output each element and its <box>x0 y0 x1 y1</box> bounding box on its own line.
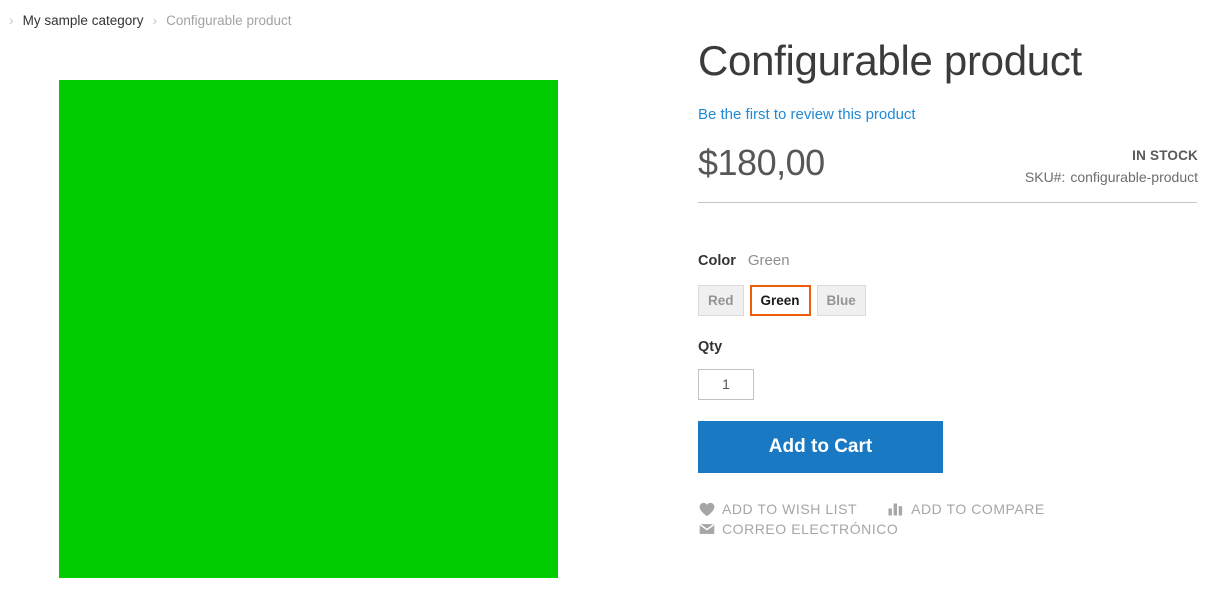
envelope-icon <box>698 521 715 538</box>
email-to-friend-link[interactable]: CORREO ELECTRÓNICO <box>698 519 898 539</box>
swatch-attribute-selected-option: Green <box>747 252 790 269</box>
product-gallery[interactable] <box>59 80 558 578</box>
breadcrumb-separator-icon: › <box>9 12 14 28</box>
add-to-cart-button[interactable]: Add to Cart <box>698 420 943 473</box>
status-badge: IN STOCK <box>1132 148 1198 164</box>
breadcrumb-item-current: Configurable product <box>166 12 292 28</box>
social-links-row-primary: ADD TO WISH LIST ADD TO COMPARE <box>698 499 1198 519</box>
sku-value: configurable-product <box>1070 169 1198 186</box>
product-main-image[interactable] <box>59 80 558 578</box>
qty-label: Qty <box>698 339 723 355</box>
product-social-links: ADD TO WISH LIST ADD TO COMPARE CORREO E… <box>698 499 1198 539</box>
add-to-wishlist-label: ADD TO WISH LIST <box>722 501 858 517</box>
box-to-cart: Qty Add to Cart <box>698 338 1198 473</box>
product-sku: SKU#: configurable-product <box>1025 166 1198 188</box>
product-price: $180,00 <box>698 142 825 184</box>
product-options-wrapper: Color Green Red Green Blue <box>698 252 1198 316</box>
add-review-link[interactable]: Be the first to review this product <box>698 106 916 124</box>
add-to-compare-label: ADD TO COMPARE <box>911 501 1045 517</box>
product-price-block: $180,00 IN STOCK SKU#: configurable-produ… <box>698 142 1198 204</box>
breadcrumb: › My sample category › Configurable prod… <box>0 10 291 30</box>
swatch-option-list: Red Green Blue <box>698 285 1198 316</box>
add-to-compare-link[interactable]: ADD TO COMPARE <box>887 499 1045 519</box>
breadcrumb-separator-icon: › <box>152 12 158 28</box>
quantity-stepper[interactable] <box>698 368 754 400</box>
swatch-option-green[interactable]: Green <box>749 285 811 316</box>
add-to-wishlist-link[interactable]: ADD TO WISH LIST <box>698 499 857 519</box>
swatch-attribute-label: Color <box>698 253 736 269</box>
breadcrumb-item-category[interactable]: My sample category <box>23 13 144 28</box>
swatch-option-blue[interactable]: Blue <box>816 285 866 316</box>
product-page: › My sample category › Configurable prod… <box>0 0 1211 609</box>
bar-chart-icon <box>887 501 904 518</box>
product-availability: IN STOCK SKU#: configurable-product <box>1025 146 1198 189</box>
section-divider <box>698 202 1197 203</box>
social-links-row-secondary: CORREO ELECTRÓNICO <box>698 519 1198 539</box>
swatch-attribute-color: Color Green <box>698 252 1198 272</box>
product-info-main: Configurable product Be the first to rev… <box>698 0 1198 204</box>
swatch-option-red[interactable]: Red <box>698 285 744 316</box>
sku-label: SKU#: <box>1024 169 1066 186</box>
email-to-friend-label: CORREO ELECTRÓNICO <box>722 521 899 537</box>
page-title: Configurable product <box>698 37 1082 84</box>
heart-icon <box>698 501 715 518</box>
